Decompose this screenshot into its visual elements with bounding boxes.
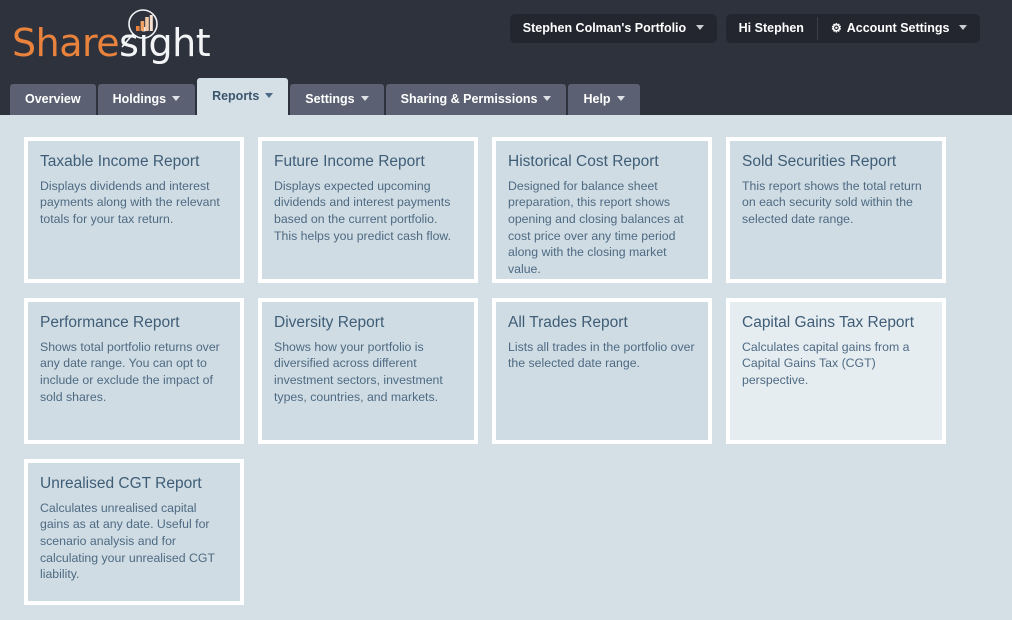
report-card-title: Performance Report	[40, 314, 180, 331]
gear-icon: ⚙	[830, 21, 842, 35]
logo-wordmark: Sharesight	[12, 21, 211, 65]
chevron-down-icon	[959, 25, 967, 31]
greeting-button[interactable]: Hi Stephen	[726, 14, 817, 43]
portfolio-selector-button[interactable]: Stephen Colman's Portfolio	[509, 14, 717, 43]
greeting-label: Hi Stephen	[738, 21, 804, 35]
account-button-group: Hi Stephen ⚙ Account Settings	[725, 14, 980, 43]
report-card-description: Displays dividends and interest payments…	[40, 178, 220, 226]
report-card-description: This report shows the total return on ea…	[742, 178, 922, 226]
report-card[interactable]: Historical Cost Report Designed for balan…	[492, 137, 712, 283]
nav-tab-label: Sharing & Permissions	[400, 92, 538, 106]
report-card-description: Designed for balance sheet preparation, …	[508, 178, 684, 276]
report-card-description: Calculates unrealised capital gains as a…	[40, 500, 215, 582]
nav-tab-holdings[interactable]: Holdings	[97, 84, 196, 115]
chevron-down-icon	[172, 96, 181, 102]
reports-grid: Taxable Income Report Displays dividends …	[24, 137, 988, 605]
report-card-title: Diversity Report	[274, 314, 385, 331]
report-card-title: Sold Securities Report	[742, 153, 897, 170]
main-navigation: Overview Holdings Reports Settings Sharing &…	[0, 78, 1012, 115]
report-card-description: Shows total portfolio returns over any d…	[40, 339, 220, 404]
report-card-description: Calculates capital gains from a Capital …	[742, 339, 910, 387]
nav-tab-label: Help	[583, 92, 611, 106]
nav-tab-label: Overview	[25, 92, 81, 106]
magnifier-bar-chart-icon	[121, 9, 158, 48]
nav-tab-label: Holdings	[112, 92, 167, 106]
logo-text-share: Share	[12, 21, 120, 65]
report-card[interactable]: Capital Gains Tax Report Calculates capit…	[726, 298, 946, 444]
report-card[interactable]: Unrealised CGT Report Calculates unrealis…	[24, 459, 244, 605]
nav-tab-help[interactable]: Help	[568, 84, 640, 115]
chevron-down-icon	[616, 96, 625, 102]
report-card[interactable]: Diversity Report Shows how your portfolio…	[258, 298, 478, 444]
chevron-down-icon	[543, 96, 552, 102]
chevron-down-icon	[695, 25, 704, 31]
chevron-down-icon	[265, 93, 274, 99]
report-card-title: Future Income Report	[274, 153, 425, 170]
report-card[interactable]: Future Income Report Displays expected up…	[258, 137, 478, 283]
chevron-down-icon	[360, 96, 369, 102]
report-card-description: Lists all trades in the portfolio over t…	[508, 339, 695, 371]
report-card-title: Taxable Income Report	[40, 153, 200, 170]
report-card[interactable]: All Trades Report Lists all trades in the…	[492, 298, 712, 444]
report-card-title: Capital Gains Tax Report	[742, 314, 915, 331]
nav-tab-label: Reports	[212, 89, 260, 103]
reports-content: Taxable Income Report Displays dividends …	[0, 115, 1012, 605]
portfolio-selector-label: Stephen Colman's Portfolio	[522, 21, 687, 35]
app-header: Sharesight Stephen Colman's Portfolio Hi…	[0, 0, 1012, 78]
report-card-description: Shows how your portfolio is diversified …	[274, 339, 443, 404]
nav-tab-settings[interactable]: Settings	[290, 84, 384, 115]
report-card-title: Historical Cost Report	[508, 153, 659, 170]
report-card[interactable]: Taxable Income Report Displays dividends …	[24, 137, 244, 283]
nav-tab-label: Settings	[305, 92, 355, 106]
account-settings-label: Account Settings	[846, 21, 950, 35]
sharesight-logo[interactable]: Sharesight	[12, 6, 211, 68]
nav-tab-reports[interactable]: Reports	[197, 78, 289, 115]
nav-tab-overview[interactable]: Overview	[10, 84, 96, 115]
nav-tab-sharing-permissions[interactable]: Sharing & Permissions	[385, 84, 567, 115]
account-settings-button[interactable]: ⚙ Account Settings	[818, 14, 980, 43]
report-card-title: Unrealised CGT Report	[40, 475, 202, 492]
report-card[interactable]: Sold Securities Report This report shows …	[726, 137, 946, 283]
report-card-title: All Trades Report	[508, 314, 628, 331]
report-card-description: Displays expected upcoming dividends and…	[274, 178, 452, 243]
report-card[interactable]: Performance Report Shows total portfolio …	[24, 298, 244, 444]
header-actions: Stephen Colman's Portfolio Hi Stephen ⚙ A…	[509, 14, 980, 43]
